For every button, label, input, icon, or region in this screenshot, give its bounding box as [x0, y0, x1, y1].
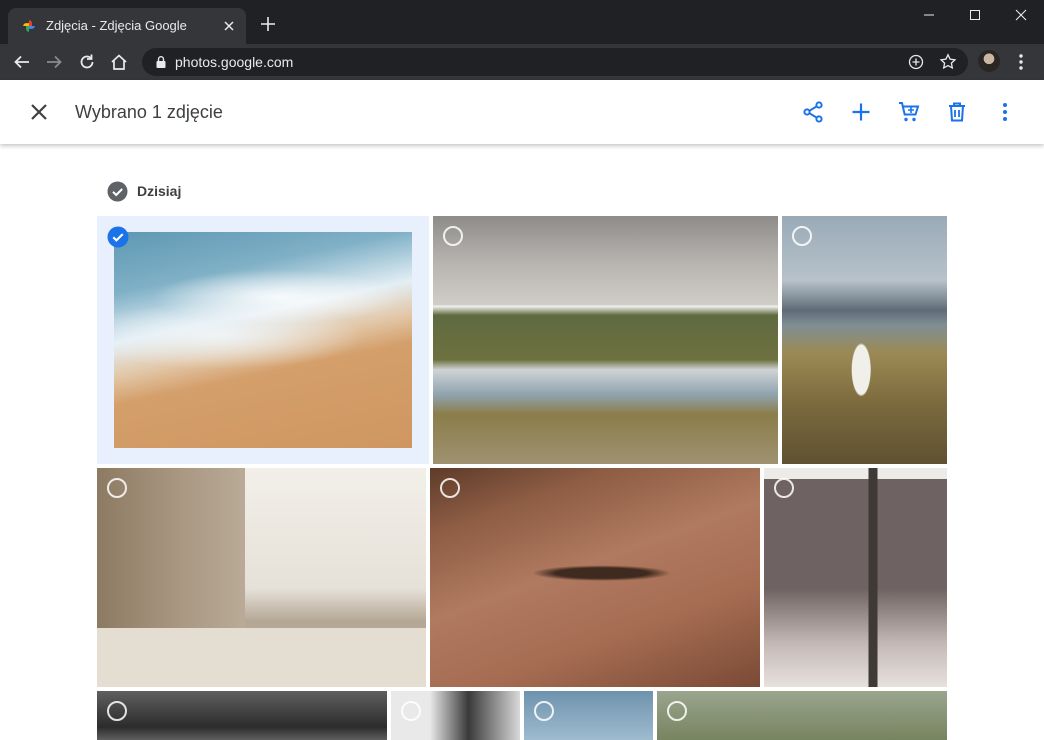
profile-avatar[interactable]	[978, 50, 1000, 72]
home-icon	[111, 54, 127, 70]
photo-tile-cactus[interactable]	[764, 468, 947, 687]
selection-toolbar: Wybrano 1 zdjęcie	[0, 80, 1044, 144]
install-app-icon[interactable]	[907, 53, 925, 71]
photo-image	[97, 691, 387, 740]
tab-title: Zdjęcia - Zdjęcia Google	[46, 18, 187, 33]
date-header: Dzisiaj	[137, 183, 182, 199]
selected-check-icon[interactable]	[107, 226, 129, 248]
photo-image	[764, 468, 947, 687]
maximize-icon	[970, 10, 980, 20]
photo-image	[97, 468, 426, 687]
close-selection-icon[interactable]	[26, 99, 52, 125]
photo-tile-grass[interactable]	[657, 691, 947, 740]
browser-titlebar: Zdjęcia - Zdjęcia Google	[0, 0, 1044, 44]
lock-icon	[156, 56, 166, 68]
select-circle-icon[interactable]	[792, 226, 812, 246]
reload-button[interactable]	[75, 50, 99, 74]
select-circle-icon[interactable]	[107, 701, 127, 721]
order-prints-button[interactable]	[895, 98, 923, 126]
url-text: photos.google.com	[175, 54, 294, 70]
photo-library: Dzisiaj	[0, 144, 1044, 740]
photo-tile-face[interactable]	[430, 468, 760, 687]
cart-icon	[899, 102, 920, 122]
back-button[interactable]	[10, 50, 34, 74]
back-arrow-icon	[14, 55, 29, 69]
date-select-check-icon[interactable]	[107, 181, 128, 202]
forward-button[interactable]	[42, 50, 66, 74]
select-circle-icon[interactable]	[401, 701, 421, 721]
reload-icon	[80, 54, 94, 69]
new-tab-icon[interactable]	[258, 14, 278, 34]
photo-tile-bw-portrait[interactable]	[391, 691, 520, 740]
delete-button[interactable]	[943, 98, 971, 126]
add-icon	[852, 103, 870, 121]
delete-icon	[949, 102, 965, 122]
select-circle-icon[interactable]	[774, 478, 794, 498]
close-tab-icon[interactable]	[220, 17, 238, 35]
select-circle-icon[interactable]	[534, 701, 554, 721]
forward-arrow-icon	[47, 55, 62, 69]
photo-image	[657, 691, 947, 740]
maximize-button[interactable]	[952, 0, 998, 30]
photo-tile-louvre[interactable]	[97, 468, 426, 687]
add-to-button[interactable]	[847, 98, 875, 126]
browser-menu-icon[interactable]	[1014, 50, 1028, 74]
google-photos-icon	[23, 20, 35, 32]
browser-toolbar: photos.google.com	[0, 44, 1044, 80]
photo-tile-lake[interactable]	[433, 216, 778, 464]
photo-tile-beach[interactable]	[97, 216, 429, 464]
share-icon	[803, 101, 823, 123]
photo-image	[114, 232, 412, 448]
minimize-icon	[924, 14, 934, 16]
select-circle-icon[interactable]	[443, 226, 463, 246]
select-circle-icon[interactable]	[440, 478, 460, 498]
bookmark-star-icon[interactable]	[939, 53, 957, 71]
close-window-icon	[1015, 9, 1027, 21]
address-bar[interactable]: photos.google.com	[142, 48, 968, 76]
more-options-button[interactable]	[991, 98, 1019, 126]
photo-tile-waves[interactable]	[97, 691, 387, 740]
share-button[interactable]	[799, 98, 827, 126]
photo-image	[433, 216, 778, 464]
browser-tab[interactable]: Zdjęcia - Zdjęcia Google	[8, 8, 246, 44]
close-window-button[interactable]	[998, 0, 1044, 30]
photo-image	[782, 216, 947, 464]
selection-count: Wybrano 1 zdjęcie	[75, 102, 223, 122]
select-circle-icon[interactable]	[107, 478, 127, 498]
select-circle-icon[interactable]	[667, 701, 687, 721]
photo-image	[430, 468, 760, 687]
home-button[interactable]	[107, 50, 131, 74]
photo-tile-sky[interactable]	[524, 691, 653, 740]
more-icon	[1003, 103, 1007, 121]
photo-tile-woman[interactable]	[782, 216, 947, 464]
minimize-button[interactable]	[906, 0, 952, 30]
